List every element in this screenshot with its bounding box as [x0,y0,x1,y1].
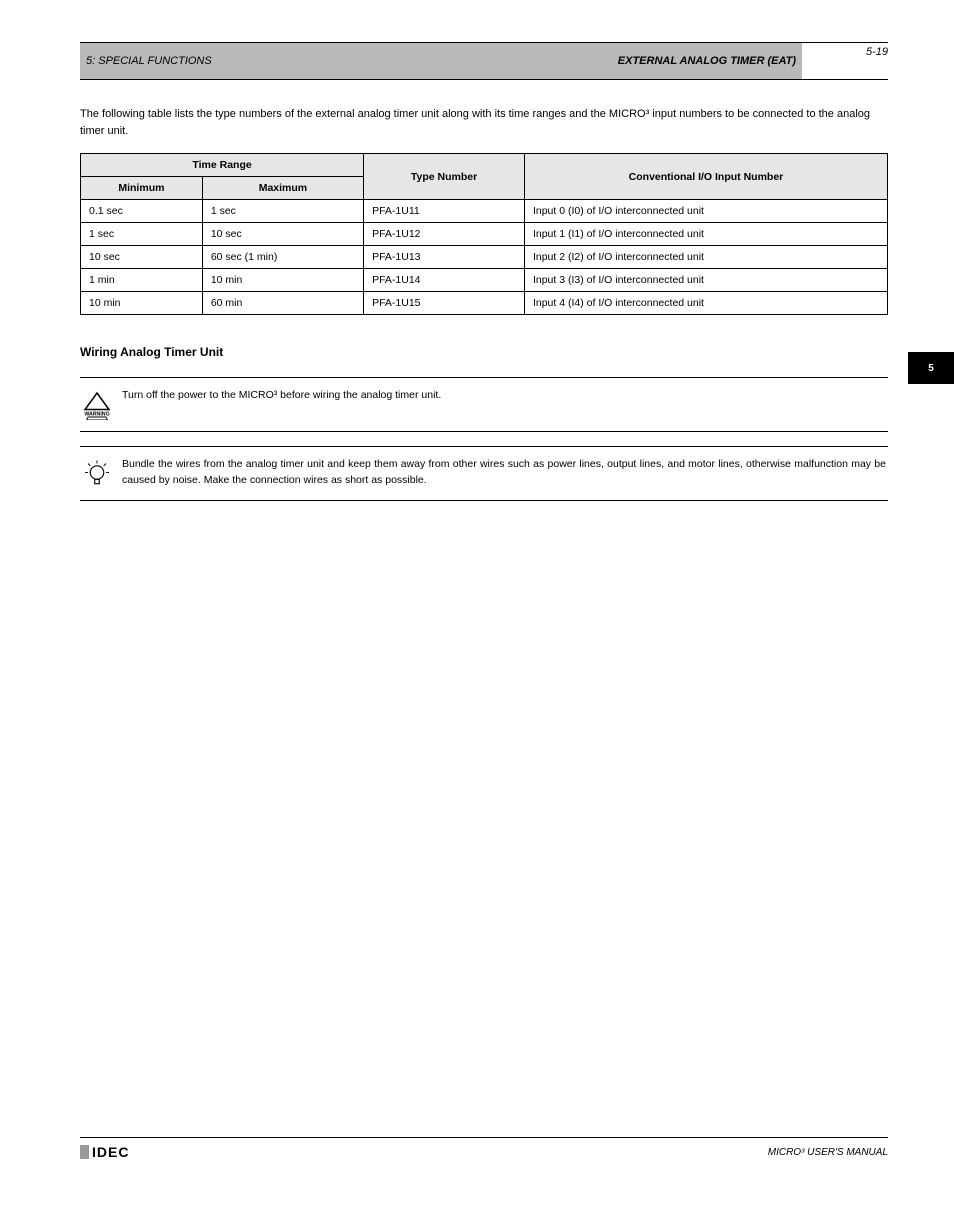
tip-text: Bundle the wires from the analog timer u… [122,457,886,489]
warning-text: Turn off the power to the MICRO³ before … [122,388,886,404]
cell: 60 min [202,292,363,315]
col-max: Maximum [202,177,363,200]
cell: Input 4 (I4) of I/O interconnected unit [524,292,887,315]
cell: PFA-1U14 [364,269,525,292]
logo-mark [80,1145,89,1159]
cell: 10 min [81,292,203,315]
subheading: Wiring Analog Timer Unit [80,345,888,359]
warning-callout: WARNING Turn off the power to the MICRO³… [80,382,888,429]
cell: 10 sec [202,223,363,246]
col-time-range: Time Range [81,154,364,177]
cell: 10 sec [81,246,203,269]
brand-logo: IDEC [80,1144,129,1160]
cell: 0.1 sec [81,200,203,223]
cell: PFA-1U15 [364,292,525,315]
warning-divider-top [80,377,888,378]
manual-title: MICRO³ USER'S MANUAL [768,1147,888,1158]
page-number: 5-19 [866,46,888,58]
table-row: 0.1 sec 1 sec PFA-1U11 Input 0 (I0) of I… [81,200,888,223]
col-input: Conventional I/O Input Number [524,154,887,200]
page-header: 5: SPECIAL FUNCTIONS EXTERNAL ANALOG TIM… [80,42,888,79]
col-min: Minimum [81,177,203,200]
cell: 10 min [202,269,363,292]
table-row: 1 sec 10 sec PFA-1U12 Input 1 (I1) of I/… [81,223,888,246]
cell: PFA-1U11 [364,200,525,223]
cell: 60 sec (1 min) [202,246,363,269]
table-row: 10 min 60 min PFA-1U15 Input 4 (I4) of I… [81,292,888,315]
table-row: 10 sec 60 sec (1 min) PFA-1U13 Input 2 (… [81,246,888,269]
cell: PFA-1U12 [364,223,525,246]
cell: Input 1 (I1) of I/O interconnected unit [524,223,887,246]
cell: 1 min [81,269,203,292]
chapter-tab: 5 [908,352,954,384]
timer-range-table: Time Range Type Number Conventional I/O … [80,153,888,315]
lightbulb-icon [82,457,122,492]
chapter-label: 5: SPECIAL FUNCTIONS [86,55,212,67]
cell: 1 sec [202,200,363,223]
table-row: 1 min 10 min PFA-1U14 Input 3 (I3) of I/… [81,269,888,292]
cell: Input 2 (I2) of I/O interconnected unit [524,246,887,269]
section-title: EXTERNAL ANALOG TIMER (EAT) [618,55,796,67]
intro-paragraph: The following table lists the type numbe… [80,106,888,139]
warning-icon: WARNING [82,388,122,423]
cell: 1 sec [81,223,203,246]
table-header-row: Time Range Type Number Conventional I/O … [81,154,888,177]
header-rule [80,79,888,80]
cell: PFA-1U13 [364,246,525,269]
cell: Input 3 (I3) of I/O interconnected unit [524,269,887,292]
tip-callout: Bundle the wires from the analog timer u… [80,451,888,498]
cell: Input 0 (I0) of I/O interconnected unit [524,200,887,223]
tip-divider-top [80,446,888,447]
tip-divider-bottom [80,500,888,501]
logo-text: IDEC [92,1144,129,1160]
page-footer: IDEC MICRO³ USER'S MANUAL [80,1137,888,1160]
warning-divider-bottom [80,431,888,432]
col-type: Type Number [364,154,525,200]
